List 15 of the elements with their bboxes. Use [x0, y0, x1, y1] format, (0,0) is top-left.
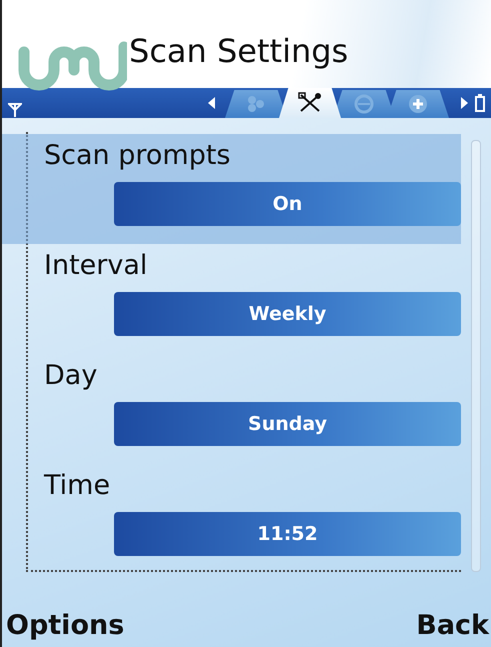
setting-value[interactable]: Weekly [114, 292, 461, 336]
setting-label: Day [44, 359, 98, 393]
setting-value[interactable]: Sunday [114, 402, 461, 446]
options-softkey[interactable]: Options [6, 610, 124, 641]
setting-item[interactable]: Interval Weekly [2, 244, 461, 354]
setting-item[interactable]: Scan prompts On [2, 134, 461, 244]
setting-value[interactable]: 11:52 [114, 512, 461, 556]
setting-item[interactable]: Day Sunday [2, 354, 461, 464]
setting-label: Scan prompts [44, 139, 230, 173]
back-softkey[interactable]: Back [416, 610, 489, 641]
setting-item[interactable]: Time 11:52 [2, 464, 461, 574]
setting-label: Time [44, 469, 110, 503]
setting-label: Interval [44, 249, 148, 283]
setting-value[interactable]: On [114, 182, 461, 226]
screen-title: Scan Settings [129, 32, 348, 70]
